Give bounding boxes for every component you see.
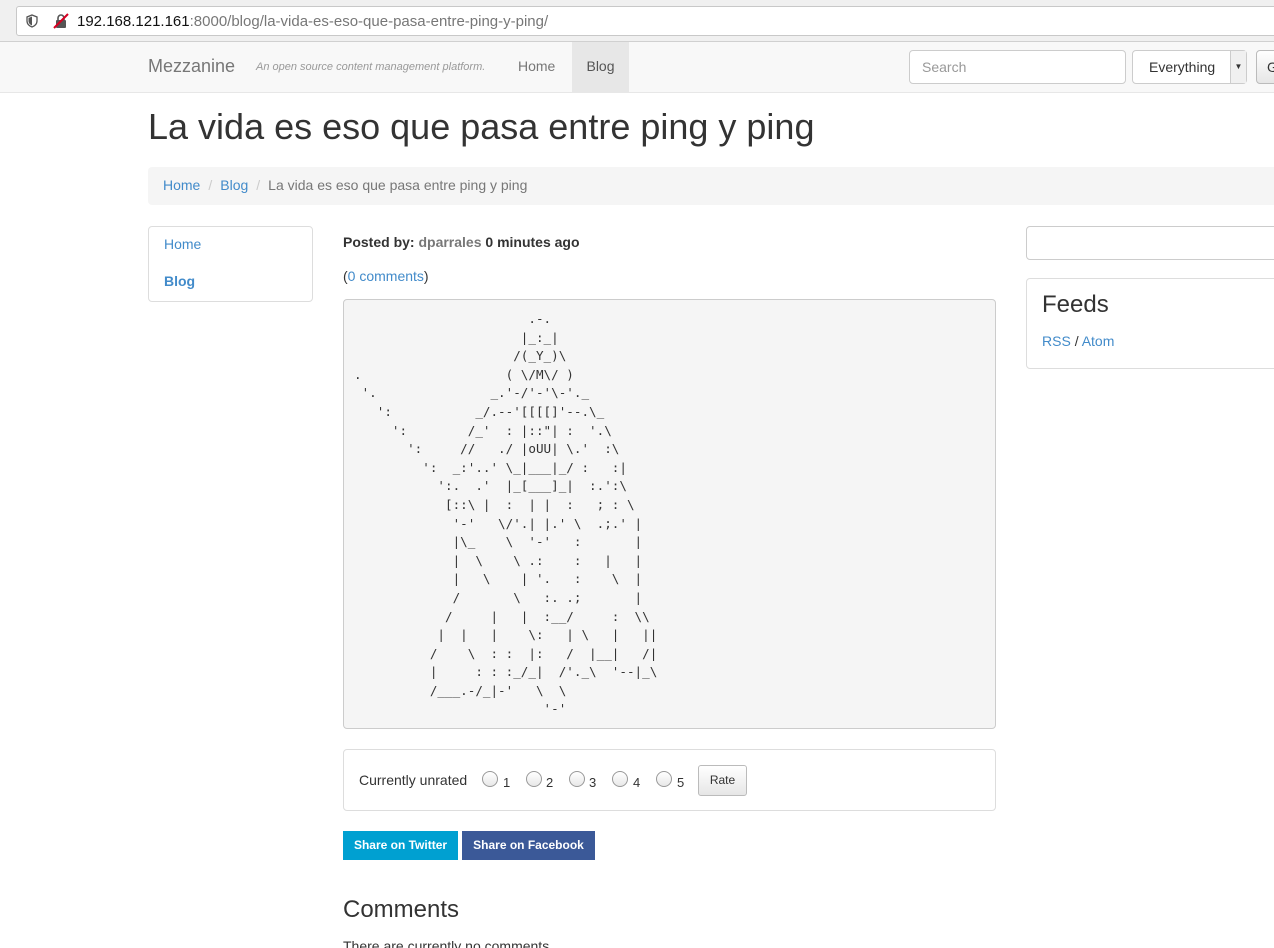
rating-option-label: 2: [546, 775, 554, 790]
feeds-links: RSS / Atom: [1042, 333, 1114, 349]
search-go-button[interactable]: Go: [1256, 50, 1274, 84]
page-title: La vida es eso que pasa entre ping y pin…: [148, 106, 815, 147]
rating-radio-4[interactable]: [612, 771, 628, 787]
nav-link-blog[interactable]: Blog: [572, 42, 629, 92]
site-brand[interactable]: Mezzanine: [148, 56, 235, 77]
post-author-link[interactable]: dparrales: [418, 234, 481, 250]
nav-link-home[interactable]: Home: [504, 42, 569, 92]
breadcrumb-separator: /: [256, 177, 261, 193]
share-facebook-button[interactable]: Share on Facebook: [462, 831, 595, 860]
insecure-lock-icon[interactable]: [53, 13, 69, 29]
search-scope-value: Everything: [1149, 59, 1216, 75]
feeds-panel: Feeds RSS / Atom: [1026, 278, 1274, 369]
post-time: 0 minutes ago: [485, 234, 580, 250]
breadcrumb-home[interactable]: Home: [163, 177, 200, 193]
comments-link[interactable]: 0 comments: [348, 268, 424, 284]
rating-option-label: 4: [633, 775, 641, 790]
site-tagline: An open source content management platfo…: [256, 61, 486, 73]
comments-count: (0 comments): [343, 268, 429, 284]
shield-icon[interactable]: [26, 14, 38, 28]
url-host: 192.168.121.161: [77, 13, 190, 30]
rss-link[interactable]: RSS: [1042, 333, 1071, 349]
rating-option-label: 3: [589, 775, 597, 790]
left-nav-item-home[interactable]: Home: [164, 236, 201, 252]
feeds-title: Feeds: [1042, 291, 1109, 318]
rating-radio-1[interactable]: [482, 771, 498, 787]
sidebar-search-box[interactable]: [1026, 226, 1274, 260]
site-navbar: Mezzanine An open source content managem…: [0, 42, 1274, 93]
left-nav-item-blog[interactable]: Blog: [164, 273, 195, 289]
breadcrumb-separator: /: [208, 177, 213, 193]
left-nav: Home Blog: [148, 226, 313, 302]
url-path: :8000/blog/la-vida-es-eso-que-pasa-entre…: [189, 13, 549, 30]
rating-option-label: 5: [677, 775, 685, 790]
rating-option-label: 1: [503, 775, 511, 790]
post-meta: Posted by: dparrales 0 minutes ago: [343, 234, 580, 250]
feeds-separator: /: [1074, 333, 1079, 349]
rating-status: Currently unrated: [359, 772, 468, 788]
search-input[interactable]: Search: [909, 50, 1126, 84]
browser-toolbar: 192.168.121.161:8000/blog/la-vida-es-eso…: [0, 0, 1274, 42]
atom-link[interactable]: Atom: [1082, 333, 1115, 349]
rate-button[interactable]: Rate: [698, 765, 747, 796]
search-scope-select[interactable]: Everything ▼: [1132, 50, 1247, 84]
rating-radio-3[interactable]: [569, 771, 585, 787]
rating-radio-2[interactable]: [526, 771, 542, 787]
chevron-down-icon[interactable]: ▼: [1230, 51, 1246, 83]
breadcrumb-blog[interactable]: Blog: [220, 177, 248, 193]
share-twitter-button[interactable]: Share on Twitter: [343, 831, 458, 860]
url-text[interactable]: 192.168.121.161:8000/blog/la-vida-es-eso…: [77, 13, 548, 30]
rating-panel: Currently unrated 1 2 3 4 5 Rate: [343, 749, 996, 811]
breadcrumb: Home / Blog / La vida es eso que pasa entre …: [148, 167, 1274, 205]
no-comments-text: There are currently no comments: [343, 938, 550, 948]
post-ascii-art: .-. |_:_| /(_Y_)\ . ( \/M\/ ) '. _.'-/'-…: [343, 299, 996, 729]
comments-heading: Comments: [343, 896, 460, 923]
address-bar[interactable]: 192.168.121.161:8000/blog/la-vida-es-eso…: [16, 6, 1274, 36]
posted-by-label: Posted by:: [343, 234, 415, 250]
breadcrumb-current: La vida es eso que pasa entre ping y pin…: [268, 177, 528, 193]
rating-radio-5[interactable]: [656, 771, 672, 787]
